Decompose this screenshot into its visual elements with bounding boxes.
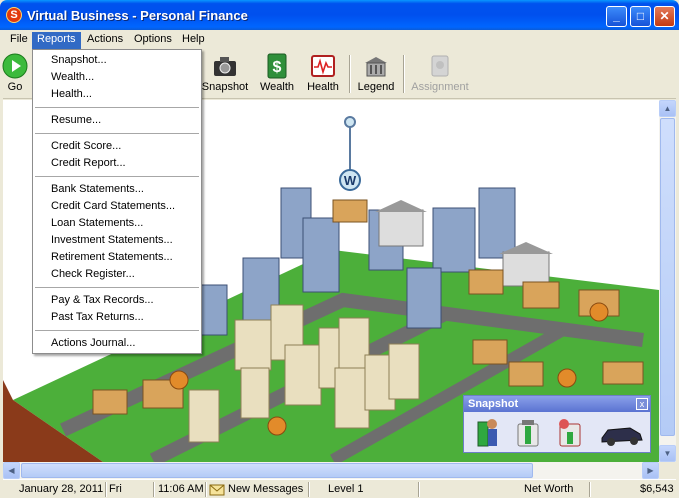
camera-icon: [214, 57, 236, 76]
status-separator: [589, 482, 591, 497]
legend-label: Legend: [357, 81, 395, 93]
status-messages[interactable]: New Messages: [228, 483, 303, 495]
menu-reports[interactable]: Reports: [32, 32, 81, 49]
reports-menu: Snapshot... Wealth... Health... Resume..…: [32, 49, 202, 354]
menu-item-past-tax-returns[interactable]: Past Tax Returns...: [51, 309, 144, 326]
wealth-label: Wealth: [259, 81, 295, 93]
title-bar[interactable]: S Virtual Business - Personal Finance _ …: [0, 0, 679, 30]
go-label: Go: [7, 81, 23, 93]
toolbar-separator: [349, 55, 351, 93]
status-net-worth-label: Net Worth: [524, 483, 574, 495]
dollar-icon: $: [267, 53, 287, 79]
snapshot-button[interactable]: Snapshot: [200, 51, 250, 97]
snapshot-panel[interactable]: Snapshot x: [463, 395, 651, 453]
health-label: Health: [307, 81, 339, 93]
scroll-down-button[interactable]: ▼: [659, 445, 676, 462]
play-icon: [2, 53, 28, 79]
menu-item-credit-score[interactable]: Credit Score...: [51, 138, 121, 155]
menu-item-wealth[interactable]: Wealth...: [51, 69, 94, 86]
menu-item-resume[interactable]: Resume...: [51, 112, 101, 129]
assignment-button[interactable]: Assignment: [407, 51, 473, 97]
menu-item-health[interactable]: Health...: [51, 86, 92, 103]
status-separator: [205, 482, 207, 497]
app-icon: S: [6, 7, 22, 23]
menu-separator: [35, 176, 199, 177]
menu-item-snapshot[interactable]: Snapshot...: [51, 52, 107, 69]
legend-button[interactable]: Legend: [353, 51, 399, 97]
svg-text:$: $: [273, 59, 282, 76]
status-separator: [308, 482, 310, 497]
menu-item-actions-journal[interactable]: Actions Journal...: [51, 335, 135, 352]
envelope-icon[interactable]: [209, 482, 225, 497]
player-marker-label: W: [344, 173, 357, 188]
vertical-scroll-thumb[interactable]: [660, 118, 675, 436]
assignment-label: Assignment: [411, 81, 469, 93]
snapshot-label: Snapshot: [201, 81, 249, 93]
menu-actions[interactable]: Actions: [82, 32, 128, 49]
energy-icon[interactable]: [512, 416, 544, 448]
assignment-icon: [431, 55, 449, 77]
person-status-icon[interactable]: [470, 416, 502, 448]
status-level: Level 1: [328, 483, 364, 495]
status-net-worth: $6,543: [640, 483, 674, 495]
status-separator: [153, 482, 155, 497]
health-button[interactable]: Health: [301, 51, 345, 97]
status-bar: January 28, 2011 Fri 11:06 AM New Messag…: [3, 479, 676, 498]
menu-file[interactable]: File: [5, 32, 33, 49]
menu-separator: [35, 330, 199, 331]
status-separator: [105, 482, 107, 497]
snapshot-panel-title: Snapshot: [464, 396, 650, 412]
wealth-button[interactable]: $ Wealth: [255, 51, 299, 97]
status-separator: [418, 482, 420, 497]
menu-item-retirement-statements[interactable]: Retirement Statements...: [51, 249, 173, 266]
menu-item-credit-report[interactable]: Credit Report...: [51, 155, 126, 172]
menu-separator: [35, 133, 199, 134]
menu-options[interactable]: Options: [129, 32, 177, 49]
menu-item-bank-statements[interactable]: Bank Statements...: [51, 181, 144, 198]
horizontal-scroll-thumb[interactable]: [21, 463, 533, 478]
scroll-up-button[interactable]: ▲: [659, 100, 676, 117]
menu-item-investment-statements[interactable]: Investment Statements...: [51, 232, 173, 249]
toolbar-separator: [403, 55, 405, 93]
car-icon[interactable]: [600, 416, 644, 448]
heart-monitor-icon: [311, 55, 335, 77]
vertical-scrollbar[interactable]: ▲ ▼: [659, 100, 676, 462]
scrollbar-corner: [659, 462, 676, 479]
close-button[interactable]: ✕: [654, 6, 675, 27]
scroll-right-button[interactable]: ▶: [642, 462, 659, 479]
menu-separator: [35, 287, 199, 288]
menu-separator: [35, 107, 199, 108]
minimize-button[interactable]: _: [606, 6, 627, 27]
menu-item-loan-statements[interactable]: Loan Statements...: [51, 215, 143, 232]
menu-item-pay-tax-records[interactable]: Pay & Tax Records...: [51, 292, 154, 309]
horizontal-scrollbar[interactable]: ◀ ▶: [3, 462, 659, 479]
maximize-button[interactable]: □: [630, 6, 651, 27]
status-day: Fri: [109, 483, 122, 495]
go-button[interactable]: Go: [0, 51, 33, 97]
stress-icon[interactable]: [554, 416, 586, 448]
building-icon: [365, 57, 387, 77]
status-time: 11:06 AM: [158, 483, 204, 495]
scroll-left-button[interactable]: ◀: [3, 462, 20, 479]
marker-knob: [344, 116, 356, 128]
menu-item-check-register[interactable]: Check Register...: [51, 266, 135, 283]
menu-item-credit-card-statements[interactable]: Credit Card Statements...: [51, 198, 175, 215]
menu-bar: File Reports Actions Options Help: [3, 30, 676, 49]
snapshot-close-button[interactable]: x: [636, 398, 648, 410]
status-date: January 28, 2011: [19, 483, 104, 495]
window-title: Virtual Business - Personal Finance: [27, 8, 248, 23]
menu-help[interactable]: Help: [177, 32, 210, 49]
